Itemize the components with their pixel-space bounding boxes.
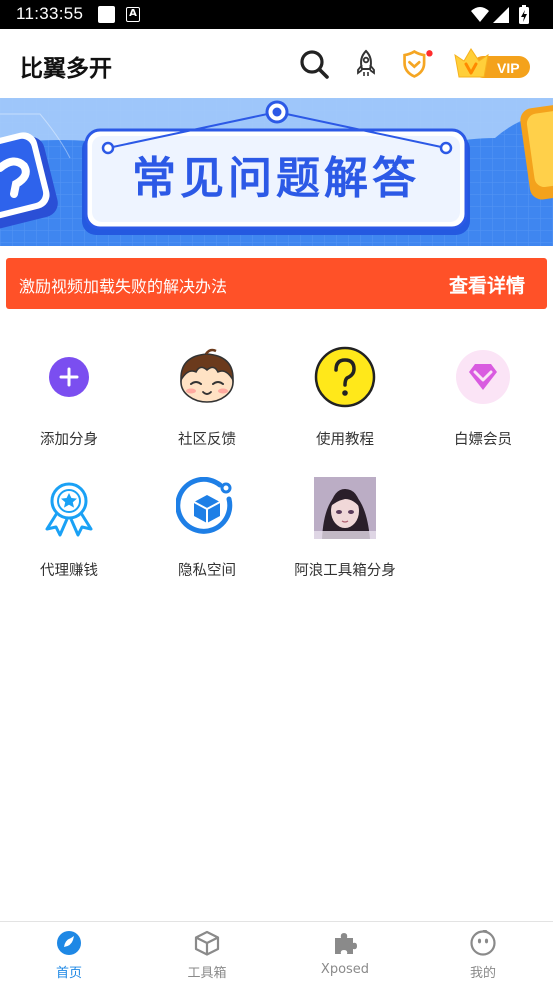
- grid-label: 社区反馈: [178, 432, 236, 448]
- shield-icon[interactable]: [401, 48, 433, 80]
- view-details-link[interactable]: 查看详情: [449, 271, 525, 298]
- grid-label: 添加分身: [40, 432, 98, 448]
- question-mark-icon: [314, 346, 376, 408]
- grid-item-alang-toolbox-clone[interactable]: 阿浪工具箱分身: [276, 477, 414, 587]
- battery-charging-icon: [519, 5, 529, 24]
- grid-item-free-vip[interactable]: 白嫖会员: [414, 346, 552, 456]
- signal-icon: [493, 7, 509, 23]
- grid-item-tutorial[interactable]: 使用教程: [276, 346, 414, 456]
- toolbox-cube-icon: [194, 930, 220, 956]
- add-circle-icon: [49, 357, 89, 397]
- grid-label: 阿浪工具箱分身: [294, 563, 396, 579]
- grid-item-privacy-space[interactable]: 隐私空间: [138, 477, 276, 587]
- puzzle-icon: [335, 933, 357, 954]
- nav-xposed[interactable]: Xposed: [276, 922, 414, 984]
- banner-title: 常见问题解答: [132, 153, 420, 204]
- notice-bar[interactable]: 激励视频加载失败的解决办法 查看详情: [6, 258, 547, 309]
- notification-square-icon: [98, 6, 115, 23]
- grid-label: 隐私空间: [178, 563, 236, 579]
- cartoon-face-icon: [180, 348, 234, 403]
- status-bar: 11:33:55 A: [0, 0, 553, 29]
- rocket-icon[interactable]: [350, 48, 382, 80]
- app-header: 比翼多开 VIP: [0, 29, 553, 98]
- grid-item-agent-earn[interactable]: 代理赚钱: [0, 477, 138, 587]
- bottom-navigation: 首页 工具箱 Xposed 我的: [0, 921, 553, 984]
- system-status-icons: [471, 5, 529, 24]
- font-a-icon: A: [126, 7, 140, 22]
- nav-home[interactable]: 首页: [0, 922, 138, 984]
- profile-face-icon: [470, 930, 496, 956]
- grid-label: 代理赚钱: [40, 563, 98, 579]
- award-ribbon-icon: [45, 482, 93, 537]
- app-title: 比翼多开: [20, 56, 112, 82]
- notice-text: 激励视频加载失败的解决办法: [19, 277, 228, 296]
- notification-dot-icon: [426, 50, 433, 57]
- grid-label: 白嫖会员: [454, 432, 512, 448]
- search-icon[interactable]: [298, 48, 330, 80]
- app-avatar-thumbnail: [314, 477, 376, 539]
- faq-banner[interactable]: 常见问题解答: [0, 98, 553, 246]
- vip-crown-icon[interactable]: VIP: [454, 47, 532, 83]
- nav-profile[interactable]: 我的: [414, 922, 552, 984]
- privacy-cube-icon: [176, 477, 233, 534]
- nav-toolbox[interactable]: 工具箱: [138, 922, 276, 984]
- diamond-icon: [456, 350, 510, 404]
- grid-label: 使用教程: [316, 432, 374, 448]
- nav-label: 我的: [469, 966, 496, 981]
- nav-label: 工具箱: [187, 966, 227, 981]
- grid-item-add-clone[interactable]: 添加分身: [0, 346, 138, 456]
- nav-label: 首页: [55, 966, 82, 981]
- grid-item-community-feedback[interactable]: 社区反馈: [138, 346, 276, 456]
- nav-label: Xposed: [320, 962, 370, 977]
- status-time: 11:33:55: [16, 4, 84, 23]
- vip-label: VIP: [497, 60, 520, 76]
- home-icon: [57, 931, 81, 955]
- wifi-icon: [471, 7, 489, 22]
